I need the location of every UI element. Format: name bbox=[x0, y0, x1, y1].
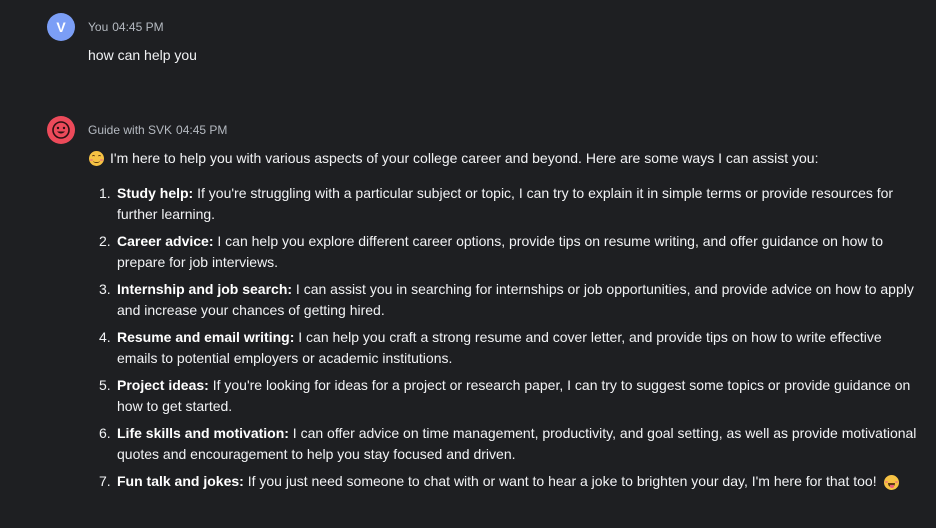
smiling-face-icon bbox=[89, 150, 104, 166]
bot-intro-text: I'm here to help you with various aspect… bbox=[110, 150, 819, 166]
list-item-title: Project ideas: bbox=[117, 377, 209, 393]
list-item-text: If you're struggling with a particular s… bbox=[117, 185, 894, 222]
user-message-text: how can help you bbox=[88, 47, 197, 63]
user-avatar[interactable]: V bbox=[47, 13, 75, 41]
list-item-text: If you're looking for ideas for a projec… bbox=[117, 377, 911, 414]
grinning-tongue-icon bbox=[884, 474, 900, 490]
user-author-name: You bbox=[88, 20, 109, 34]
user-message-time: 04:45 PM bbox=[112, 20, 164, 34]
list-item-number: 2. bbox=[99, 233, 111, 249]
list-item: 3. Internship and job search: I can assi… bbox=[99, 279, 919, 321]
list-item: 1. Study help: If you're struggling with… bbox=[99, 183, 919, 225]
list-item: 4. Resume and email writing: I can help … bbox=[99, 327, 919, 369]
list-item-title: Life skills and motivation: bbox=[117, 425, 289, 441]
list-item-number: 7. bbox=[99, 473, 111, 489]
list-item-title: Career advice: bbox=[117, 233, 214, 249]
list-item-title: Fun talk and jokes: bbox=[117, 473, 244, 489]
list-item: 5. Project ideas: If you're looking for … bbox=[99, 375, 919, 417]
bot-avatar[interactable] bbox=[47, 116, 75, 144]
list-item: 7. Fun talk and jokes: If you just need … bbox=[99, 471, 919, 492]
bot-message-time: 04:45 PM bbox=[176, 123, 228, 137]
list-item-title: Study help: bbox=[117, 185, 194, 201]
bot-message-header: Guide with SVK 04:45 PM bbox=[88, 123, 227, 137]
list-item-number: 6. bbox=[99, 425, 111, 441]
user-avatar-letter: V bbox=[56, 19, 66, 35]
list-item-number: 4. bbox=[99, 329, 111, 345]
list-item-title: Internship and job search: bbox=[117, 281, 293, 297]
list-item-number: 1. bbox=[99, 185, 111, 201]
list-item-text: If you just need someone to chat with or… bbox=[243, 473, 877, 489]
list-item-number: 5. bbox=[99, 377, 111, 393]
user-message-header: You 04:45 PM bbox=[88, 20, 164, 34]
list-item: 6. Life skills and motivation: I can off… bbox=[99, 423, 919, 465]
assistance-list: 1. Study help: If you're struggling with… bbox=[99, 183, 919, 498]
list-item-number: 3. bbox=[99, 281, 111, 297]
list-item-text: I can help you explore different career … bbox=[117, 233, 884, 270]
chat-window: V You 04:45 PM how can help you Guide wit… bbox=[0, 0, 936, 528]
bot-intro-line: I'm here to help you with various aspect… bbox=[89, 150, 818, 166]
list-item-title: Resume and email writing: bbox=[117, 329, 295, 345]
smiley-face-icon bbox=[52, 121, 70, 139]
list-item: 2. Career advice: I can help you explore… bbox=[99, 231, 919, 273]
bot-author-name: Guide with SVK bbox=[88, 123, 173, 137]
